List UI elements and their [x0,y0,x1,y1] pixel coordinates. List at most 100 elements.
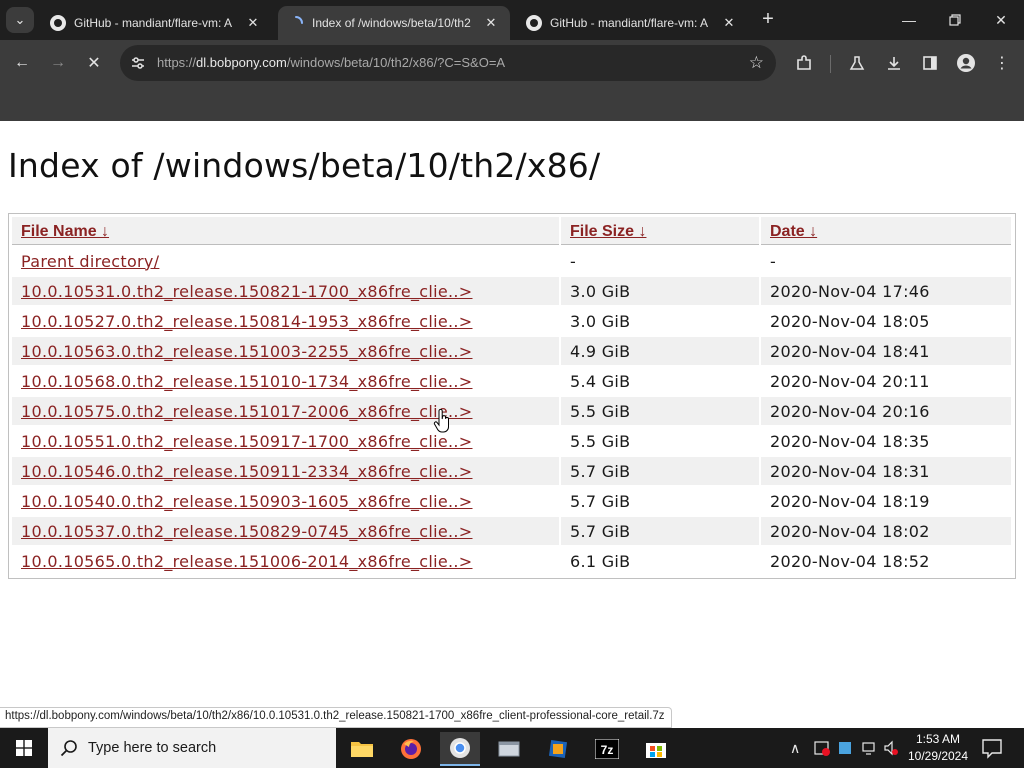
file-name-cell: 10.0.10546.0.th2_release.150911-2334_x86… [12,457,559,485]
file-link[interactable]: 10.0.10546.0.th2_release.150911-2334_x86… [21,462,473,481]
file-link[interactable]: 10.0.10551.0.th2_release.150917-1700_x86… [21,432,473,451]
file-size-cell: 3.0 GiB [561,277,759,305]
downloads-button[interactable] [880,49,908,77]
site-settings-icon[interactable] [130,55,146,71]
bookmark-star-icon[interactable]: ☆ [749,53,764,73]
file-date-cell: 2020-Nov-04 18:41 [761,337,1011,365]
minimize-button[interactable]: — [886,6,932,34]
file-link[interactable]: 10.0.10563.0.th2_release.151003-2255_x86… [21,342,473,361]
file-date-cell: 2020-Nov-04 20:16 [761,397,1011,425]
tab-title: GitHub - mandiant/flare-vm: A [74,16,233,30]
menu-button[interactable]: ⋮ [988,49,1016,77]
file-link[interactable]: 10.0.10527.0.th2_release.150814-1953_x86… [21,312,473,331]
restore-button[interactable] [932,6,978,34]
volume-tray-icon[interactable] [884,728,898,768]
chevron-down-icon: ⌄ [14,12,26,27]
close-icon[interactable]: ✕ [244,15,262,31]
firefox-app[interactable] [391,732,431,766]
flask-icon [849,56,865,70]
arrow-left-icon: ← [14,54,30,71]
window-app-icon [498,741,520,757]
sort-by-name-link[interactable]: File Name ↓ [21,223,109,240]
chrome-app[interactable] [440,732,480,766]
new-tab-button[interactable]: + [757,8,779,32]
side-panel-icon [923,56,937,70]
tab-github-1[interactable]: GitHub - mandiant/flare-vm: A ✕ [40,6,272,40]
file-link[interactable]: 10.0.10537.0.th2_release.150829-0745_x86… [21,522,473,541]
7zip-app[interactable]: 7z [587,732,627,766]
more-vertical-icon: ⋮ [994,55,1010,72]
clock-date: 10/29/2024 [907,749,969,763]
network-tray-icon[interactable] [862,728,878,768]
table-row: 10.0.10546.0.th2_release.150911-2334_x86… [12,457,1011,485]
url-text[interactable]: https://dl.bobpony.com/windows/beta/10/t… [157,55,505,70]
forward-button[interactable]: → [44,49,72,77]
file-link[interactable]: 10.0.10565.0.th2_release.151006-2014_x86… [21,552,473,571]
arrow-right-icon: → [50,54,66,71]
file-name-cell: Parent directory/ [12,247,559,275]
sort-by-date-link[interactable]: Date ↓ [770,223,817,240]
file-name-cell: 10.0.10537.0.th2_release.150829-0745_x86… [12,517,559,545]
file-name-cell: 10.0.10551.0.th2_release.150917-1700_x86… [12,427,559,455]
file-name-cell: 10.0.10540.0.th2_release.150903-1605_x86… [12,487,559,515]
labs-button[interactable] [843,49,871,77]
table-row: 10.0.10527.0.th2_release.150814-1953_x86… [12,307,1011,335]
notification-icon[interactable] [980,736,1004,760]
file-name-cell: 10.0.10563.0.th2_release.151003-2255_x86… [12,337,559,365]
show-hidden-icons[interactable]: ∧ [790,728,800,768]
file-size-cell: 5.7 GiB [561,517,759,545]
page-content: Index of /windows/beta/10/th2/x86/ File … [0,121,1024,728]
tab-github-2[interactable]: GitHub - mandiant/flare-vm: A ✕ [516,6,748,40]
close-window-button[interactable]: ✕ [978,6,1024,34]
clock-time: 1:53 AM [915,732,961,746]
tab-title: GitHub - mandiant/flare-vm: A [550,16,709,30]
file-link[interactable]: 10.0.10531.0.th2_release.150821-1700_x86… [21,282,473,301]
close-icon[interactable]: ✕ [482,15,500,31]
app-tray-icon[interactable] [838,728,852,768]
table-row: 10.0.10540.0.th2_release.150903-1605_x86… [12,487,1011,515]
volume-muted-icon [884,740,898,756]
address-bar[interactable]: https://dl.bobpony.com/windows/beta/10/t… [120,45,776,81]
file-link[interactable]: 10.0.10568.0.th2_release.151010-1734_x86… [21,372,473,391]
sort-by-size-link[interactable]: File Size ↓ [570,223,646,240]
network-icon [862,742,875,755]
file-name-cell: 10.0.10565.0.th2_release.151006-2014_x86… [12,547,559,575]
file-name-cell: 10.0.10568.0.th2_release.151010-1734_x86… [12,367,559,395]
file-date-cell: 2020-Nov-04 18:52 [770,551,930,571]
search-placeholder: Type here to search [88,740,217,756]
file-link[interactable]: 10.0.10575.0.th2_release.151017-2006_x86… [21,402,473,421]
microsoft-store-app[interactable] [636,732,676,766]
file-name-cell: 10.0.10531.0.th2_release.150821-1700_x86… [12,277,559,305]
file-size-cell: 5.5 GiB [570,431,631,451]
table-row: 10.0.10565.0.th2_release.151006-2014_x86… [12,547,1011,575]
side-panel-button[interactable] [916,49,944,77]
file-date-cell: 2020-Nov-04 17:46 [761,277,1011,305]
system-clock[interactable]: 1:53 AM 10/29/2024 [898,731,978,765]
close-icon[interactable]: ✕ [720,15,738,31]
taskbar-search[interactable]: Type here to search [48,728,336,768]
tab-title: Index of /windows/beta/10/th2 [312,16,471,30]
security-tray-icon[interactable] [814,728,830,768]
file-date-cell: 2020-Nov-04 18:35 [770,431,930,451]
file-explorer-app[interactable] [342,732,382,766]
tray-app-icon [839,742,851,754]
file-link[interactable]: 10.0.10540.0.th2_release.150903-1605_x86… [21,492,473,511]
tab-search-button[interactable]: ⌄ [6,7,34,33]
file-size-cell: 4.9 GiB [561,337,759,365]
back-button[interactable]: ← [8,49,36,77]
chrome-icon [450,738,470,758]
extensions-button[interactable] [790,49,818,77]
virtualbox-app[interactable] [538,732,578,766]
loading-spinner-icon [295,16,303,24]
shield-warning-icon [814,741,830,756]
parent-directory-link[interactable]: Parent directory/ [21,252,159,271]
start-button[interactable] [0,728,48,768]
file-date-cell: 2020-Nov-04 20:11 [770,371,930,391]
stop-loading-button[interactable]: ✕ [80,49,108,77]
tab-index-of[interactable]: Index of /windows/beta/10/th2 ✕ [278,6,510,40]
table-row: 10.0.10537.0.th2_release.150829-0745_x86… [12,517,1011,545]
profile-button[interactable] [952,49,980,77]
toolbar-divider [830,55,831,73]
hand-cursor-icon [433,409,449,433]
pinned-app[interactable] [489,732,529,766]
